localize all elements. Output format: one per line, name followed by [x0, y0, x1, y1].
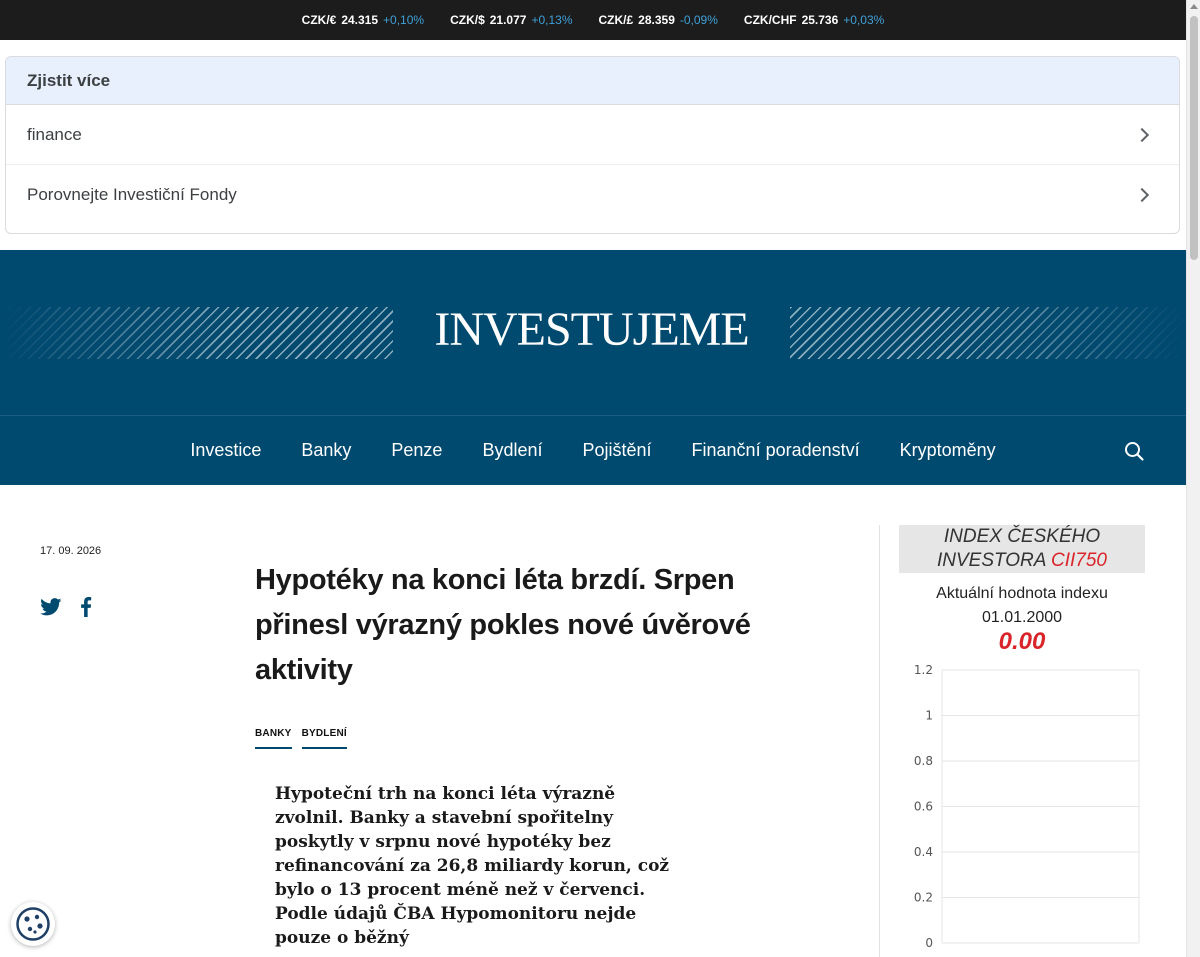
facebook-icon[interactable] — [80, 597, 92, 617]
chart-y-tick-label: 1.2 — [914, 663, 933, 677]
ticker-change: +0,13% — [531, 13, 573, 27]
ticker-value: 24.315 — [341, 13, 379, 27]
scroll-up-arrow-icon[interactable] — [1190, 4, 1198, 9]
main-nav: Investice Banky Penze Bydlení Pojištění … — [0, 415, 1186, 485]
chart-y-tick-label: 0.8 — [914, 754, 933, 768]
ticker-item[interactable]: CZK/CHF 25.736 +0,03% — [744, 13, 884, 27]
ticker-change: +0,03% — [843, 13, 885, 27]
chart-y-tick-label: 0.6 — [914, 800, 933, 814]
ticker-item[interactable]: CZK/€ 24.315 +0,10% — [302, 13, 424, 27]
chart-y-tick-label: 0.4 — [914, 845, 933, 859]
article-date: 17. 09. 2026 — [40, 545, 102, 557]
nav-item-bydleni[interactable]: Bydlení — [482, 440, 542, 461]
decorative-stripes — [790, 307, 1186, 359]
index-value: 0.00 — [998, 628, 1046, 655]
index-code: CII750 — [1051, 550, 1107, 571]
ticker-value: 25.736 — [801, 13, 839, 27]
nav-item-kryptomeny[interactable]: Kryptoměny — [900, 440, 996, 461]
nav-item-pojisteni[interactable]: Pojištění — [582, 440, 651, 461]
site-header: INVESTUJEME — [0, 250, 1186, 415]
article-title: Hypotéky na konci léta brzdí. Srpen přin… — [255, 564, 751, 686]
index-chart: 1.2 1 0.8 0.6 0.4 0.2 0 — [914, 663, 1140, 950]
index-subtitle: Aktuální hodnota indexu 01.01.2000 — [899, 582, 1145, 630]
page-scrollbar[interactable] — [1186, 0, 1200, 957]
ticker-pair: CZK/CHF — [743, 13, 797, 27]
related-search-label: Porovnejte Investiční Fondy — [27, 185, 237, 204]
related-search-link[interactable]: Porovnejte Investiční Fondy — [6, 165, 1179, 225]
nav-item-penze[interactable]: Penze — [391, 440, 442, 461]
index-date: 01.01.2000 — [981, 609, 1063, 626]
chart-y-tick-label: 0 — [925, 936, 933, 950]
related-searches-box: Zjistit více finance Porovnejte Investič… — [5, 56, 1180, 234]
ticker-item[interactable]: CZK/$ 21.077 +0,13% — [450, 13, 572, 27]
decorative-stripes — [0, 307, 393, 359]
site-logo[interactable]: INVESTUJEME — [393, 302, 790, 357]
ticker-change: -0,09% — [679, 13, 718, 27]
article-lead: Hypoteční trh na konci léta výrazně zvol… — [275, 784, 670, 948]
nav-item-financni-poradenstvi[interactable]: Finanční poradenství — [692, 440, 860, 461]
search-icon[interactable] — [1124, 441, 1144, 461]
article-tags: BANKY BYDLENÍ — [255, 728, 347, 749]
share-buttons — [40, 597, 92, 617]
related-search-link[interactable]: finance — [6, 105, 1179, 165]
tag-banky[interactable]: BANKY — [255, 728, 292, 749]
index-widget-title: INDEX ČESKÉHO INVESTORA CII750 — [899, 525, 1145, 573]
ticker-value: 28.359 — [638, 13, 675, 27]
ticker-change: +0,10% — [383, 13, 425, 27]
twitter-icon[interactable] — [40, 598, 62, 616]
ticker-pair: CZK/£ — [598, 13, 634, 27]
chart-y-tick-label: 1 — [925, 709, 933, 723]
chart-y-tick-label: 0.2 — [914, 891, 933, 905]
nav-item-banky[interactable]: Banky — [301, 440, 351, 461]
chevron-right-icon — [1134, 127, 1150, 142]
currency-ticker: CZK/€ 24.315 +0,10% CZK/$ 21.077 +0,13% CZK/… — [0, 0, 1186, 40]
ticker-item[interactable]: CZK/£ 28.359 -0,09% — [599, 13, 718, 27]
ticker-pair: CZK/€ — [301, 13, 337, 27]
ticker-pair: CZK/$ — [450, 13, 485, 27]
nav-item-investice[interactable]: Investice — [190, 440, 261, 461]
index-label: Aktuální hodnota indexu — [936, 585, 1108, 602]
cookie-settings-button[interactable] — [11, 902, 55, 946]
chevron-right-icon — [1134, 187, 1150, 203]
related-search-label: finance — [27, 124, 82, 144]
scrollbar-thumb[interactable] — [1190, 16, 1198, 260]
ticker-value: 21.077 — [489, 13, 527, 27]
sidebar-divider — [879, 525, 880, 957]
tag-bydleni[interactable]: BYDLENÍ — [301, 728, 347, 749]
cookie-icon — [16, 907, 50, 941]
related-searches-heading: Zjistit více — [6, 57, 1179, 105]
